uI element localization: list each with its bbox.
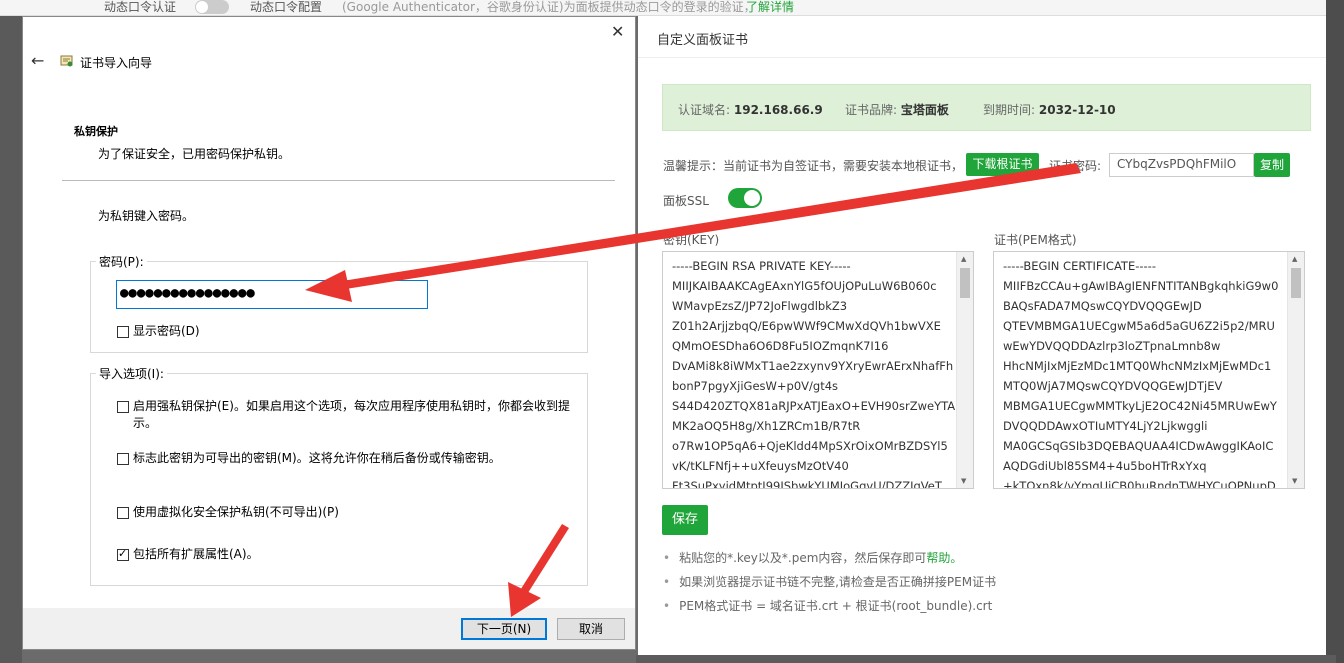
extended-properties-label[interactable]: 包括所有扩展属性(A)。 <box>133 546 583 563</box>
next-button[interactable]: 下一页(N) <box>461 618 547 640</box>
exportable-key-label[interactable]: 标志此密钥为可导出的密钥(M)。这将允许你在稍后备份或传输密钥。 <box>133 450 583 467</box>
domain-value: 192.168.66.9 <box>733 103 823 117</box>
certificate-import-wizard: ✕ ← 证书导入向导 私钥保护 为了保证安全，已用密码保护私钥。 为私钥键入密码… <box>22 16 636 650</box>
wizard-footer: 下一页(N) 取消 <box>23 608 635 649</box>
brand-value: 宝塔面板 <box>900 103 949 117</box>
scroll-thumb[interactable] <box>1291 268 1301 298</box>
copy-button[interactable]: 复制 <box>1254 153 1290 177</box>
custom-panel-certificate-dialog: 自定义面板证书 认证域名: 192.168.66.9 证书品牌: 宝塔面板 到期… <box>638 16 1326 655</box>
strong-protection-label[interactable]: 启用强私钥保护(E)。如果启用这个选项，每次应用程序使用私钥时，你都会收到提示。 <box>133 398 583 432</box>
enter-password-prompt: 为私钥键入密码。 <box>98 209 195 223</box>
import-options-label: 导入选项(I): <box>96 365 167 382</box>
note-text: 如果浏览器提示证书链不完整,请检查是否正确拼接PEM证书 <box>679 575 997 589</box>
note-item: PEM格式证书 = 域名证书.crt + 根证书(root_bundle).cr… <box>663 597 992 614</box>
note-text: 粘贴您的*.key以及*.pem内容，然后保存即可 <box>679 551 927 565</box>
save-button[interactable]: 保存 <box>662 505 708 535</box>
bg-otp-desc: (Google Authenticator，谷歌身份认证)为面板提供动态口令的登… <box>342 0 756 14</box>
download-root-cert-button[interactable]: 下载根证书 <box>966 153 1039 176</box>
certificate-info-box: 认证域名: 192.168.66.9 证书品牌: 宝塔面板 到期时间: 2032… <box>662 84 1311 131</box>
domain-label: 认证域名: <box>678 103 731 117</box>
extended-properties-checkbox[interactable] <box>117 547 129 561</box>
scroll-up-icon[interactable]: ▲ <box>1292 255 1297 263</box>
wizard-title: 证书导入向导 <box>80 56 153 70</box>
bg-otp-toggle[interactable] <box>195 0 229 14</box>
certificate-icon <box>60 55 73 67</box>
cert-scrollbar[interactable]: ▲ ▼ <box>1287 252 1304 488</box>
background-settings-bar: 动态口令认证 动态口令配置 (Google Authenticator，谷歌身份… <box>0 0 1344 16</box>
strong-protection-checkbox[interactable] <box>117 401 129 413</box>
expiry-label: 到期时间: <box>983 103 1036 117</box>
scroll-down-icon[interactable]: ▼ <box>961 477 966 485</box>
scroll-thumb[interactable] <box>960 268 970 298</box>
section-title: 私钥保护 <box>74 125 118 138</box>
virtualization-security-checkbox[interactable] <box>117 507 129 519</box>
show-password-label[interactable]: 显示密码(D) <box>133 323 200 340</box>
domain-info: 认证域名: 192.168.66.9 <box>678 101 823 118</box>
cert-textarea-content: -----BEGIN CERTIFICATE----- MIIFBzCCAu+g… <box>1003 259 1279 489</box>
note-item: 如果浏览器提示证书链不完整,请检查是否正确拼接PEM证书 <box>663 573 996 590</box>
divider <box>62 180 615 181</box>
cert-password-label: 证书密码: <box>1049 159 1102 173</box>
cert-password-field[interactable]: CYbqZvsPDQhFMilO <box>1109 153 1254 177</box>
cancel-button[interactable]: 取消 <box>557 618 625 640</box>
key-textarea-content: -----BEGIN RSA PRIVATE KEY----- MIIJKAIB… <box>672 259 956 489</box>
section-description: 为了保证安全，已用密码保护私钥。 <box>98 147 291 161</box>
tip-text: 温馨提示：当前证书为自签证书，需要安装本地根证书， <box>663 159 964 173</box>
key-textarea[interactable]: -----BEGIN RSA PRIVATE KEY----- MIIJKAIB… <box>662 251 974 489</box>
bg-learn-more-link[interactable]: 了解详情 <box>746 0 794 14</box>
note-text: PEM格式证书 = 域名证书.crt + 根证书(root_bundle).cr… <box>679 599 993 613</box>
note-item: 粘贴您的*.key以及*.pem内容，然后保存即可帮助。 <box>663 549 962 566</box>
back-arrow-icon[interactable]: ← <box>31 51 44 70</box>
background-left-strip <box>0 16 22 663</box>
password-input[interactable]: ●●●●●●●●●●●●●●●● <box>116 280 428 309</box>
panel-ssl-toggle[interactable] <box>728 188 762 208</box>
cert-textarea[interactable]: -----BEGIN CERTIFICATE----- MIIFBzCCAu+g… <box>993 251 1305 489</box>
panel-title: 自定义面板证书 <box>657 33 749 48</box>
background-bottom-strip <box>636 655 1336 663</box>
virtualization-security-label[interactable]: 使用虚拟化安全保护私钥(不可导出)(P) <box>133 504 583 521</box>
brand-label: 证书品牌: <box>845 103 898 117</box>
show-password-checkbox[interactable] <box>117 326 129 338</box>
bg-label-otp: 动态口令认证 <box>104 0 177 14</box>
scroll-up-icon[interactable]: ▲ <box>961 255 966 263</box>
panel-ssl-label: 面板SSL <box>663 194 709 208</box>
key-label: 密钥(KEY) <box>663 233 720 247</box>
password-label: 密码(P): <box>96 253 147 270</box>
scroll-down-icon[interactable]: ▼ <box>1292 477 1297 485</box>
expiry-value: 2032-12-10 <box>1038 103 1116 117</box>
help-link[interactable]: 帮助。 <box>926 551 962 565</box>
expiry-info: 到期时间: 2032-12-10 <box>983 101 1116 118</box>
background-right-strip <box>1326 0 1344 663</box>
cert-label: 证书(PEM格式) <box>994 233 1077 247</box>
key-scrollbar[interactable]: ▲ ▼ <box>956 252 973 488</box>
brand-info: 证书品牌: 宝塔面板 <box>845 101 949 118</box>
close-icon[interactable]: ✕ <box>611 22 624 41</box>
bg-label-otp-config[interactable]: 动态口令配置 <box>250 0 322 14</box>
exportable-key-checkbox[interactable] <box>117 453 129 465</box>
panel-header: 自定义面板证书 <box>638 16 1326 58</box>
